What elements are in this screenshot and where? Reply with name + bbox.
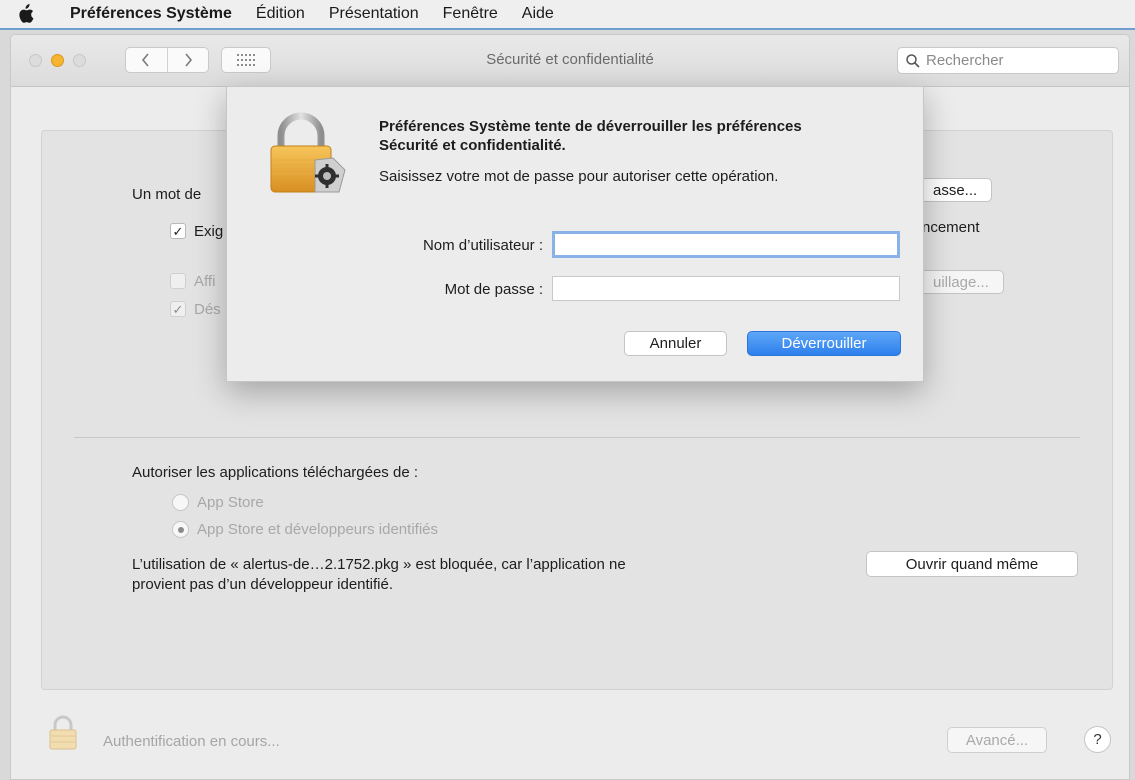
title-bar: Sécurité et confidentialité xyxy=(11,35,1129,87)
require-password-label: Exig xyxy=(194,223,224,240)
blocked-app-message-line2: provient pas d’un développeur identifié. xyxy=(132,576,394,593)
username-field[interactable] xyxy=(552,231,900,258)
apple-logo-icon[interactable] xyxy=(0,4,50,24)
unlock-button[interactable]: Déverrouiller xyxy=(747,331,901,356)
radio-app-store-label: App Store xyxy=(197,494,264,511)
menu-presentation[interactable]: Présentation xyxy=(317,5,431,23)
search-field[interactable] xyxy=(897,47,1119,74)
show-message-label: Affi xyxy=(194,273,216,290)
radio-app-store-identified[interactable] xyxy=(172,521,189,538)
lock-icon[interactable] xyxy=(47,715,79,755)
username-label: Nom d’utilisateur : xyxy=(422,237,543,254)
open-anyway-button[interactable]: Ouvrir quand même xyxy=(866,551,1078,577)
set-lock-message-button[interactable]: uillage... xyxy=(912,270,1004,294)
password-required-label: Un mot de xyxy=(132,186,202,203)
change-password-button[interactable]: asse... xyxy=(912,178,993,202)
menu-edition[interactable]: Édition xyxy=(244,5,317,23)
allow-apps-heading: Autoriser les applications téléchargées … xyxy=(132,464,418,481)
disable-autologin-label: Dés xyxy=(194,301,221,318)
dialog-message: Saisissez votre mot de passe pour autori… xyxy=(379,168,779,185)
menu-bar: Préférences Système Édition Présentation… xyxy=(0,0,1135,30)
help-button[interactable]: ? xyxy=(1084,726,1111,753)
search-icon xyxy=(906,53,920,68)
show-message-checkbox[interactable] xyxy=(170,273,186,289)
radio-app-store-identified-label: App Store et développeurs identifiés xyxy=(197,521,438,538)
blocked-app-message-line1: L’utilisation de « alertus-de…2.1752.pkg… xyxy=(132,556,626,573)
require-password-checkbox[interactable]: ✓ xyxy=(170,223,186,239)
advanced-button[interactable]: Avancé... xyxy=(947,727,1047,753)
unlock-dialog: Préférences Système tente de déverrouill… xyxy=(226,86,924,382)
dialog-title: Préférences Système tente de déverrouill… xyxy=(379,118,802,154)
search-input[interactable] xyxy=(926,52,1106,69)
authentication-status: Authentification en cours... xyxy=(103,733,280,750)
radio-selected-dot xyxy=(177,526,184,533)
menu-app-name[interactable]: Préférences Système xyxy=(50,5,244,23)
section-divider xyxy=(74,437,1080,438)
padlock-icon xyxy=(267,112,347,200)
menu-fenetre[interactable]: Fenêtre xyxy=(431,5,510,23)
disable-autologin-checkbox[interactable]: ✓ xyxy=(170,301,186,317)
menu-aide[interactable]: Aide xyxy=(510,5,566,23)
password-label: Mot de passe : xyxy=(444,281,543,298)
password-field[interactable] xyxy=(552,276,900,301)
delay-suffix-label: ncement xyxy=(922,219,980,236)
cancel-button[interactable]: Annuler xyxy=(624,331,727,356)
radio-app-store[interactable] xyxy=(172,494,189,511)
